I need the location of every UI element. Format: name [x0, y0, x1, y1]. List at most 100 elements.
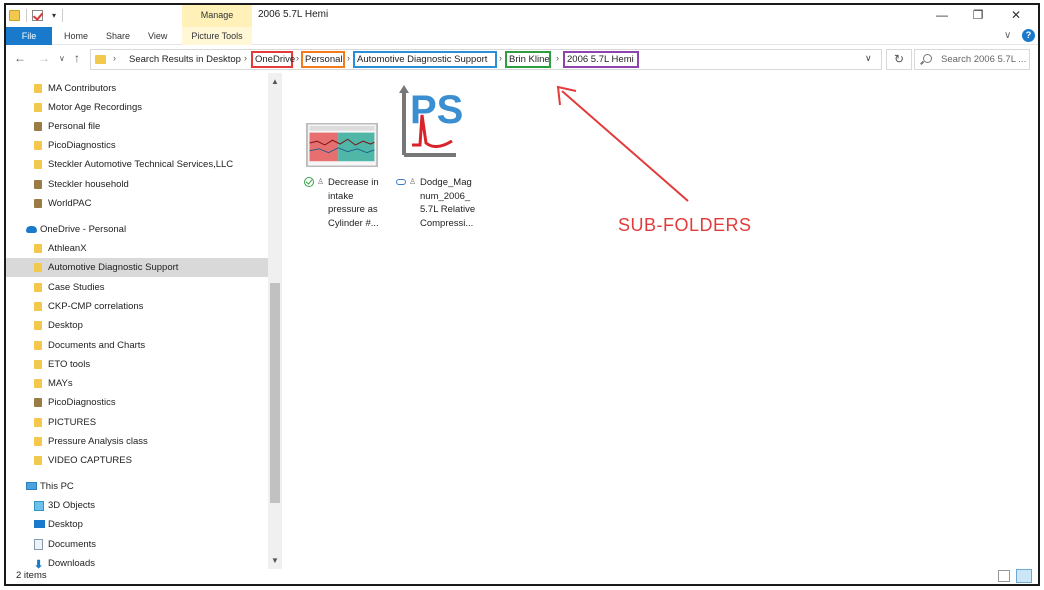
navpane-item-label: Steckler household: [48, 179, 129, 190]
tab-view[interactable]: View: [148, 27, 167, 45]
breadcrumb-separator-icon[interactable]: ›: [347, 53, 350, 63]
navpane-item[interactable]: Steckler household: [6, 175, 268, 194]
download-icon: ⬇: [34, 559, 44, 569]
recent-locations-icon[interactable]: ∨: [59, 54, 65, 63]
navpane-item[interactable]: VIDEO CAPTURES: [6, 451, 268, 470]
tab-share[interactable]: Share: [106, 27, 130, 45]
tab-picture-tools[interactable]: Picture Tools: [182, 27, 252, 45]
up-button[interactable]: ↑: [74, 51, 80, 65]
breadcrumb-item[interactable]: OneDrive: [251, 51, 295, 68]
navpane-item[interactable]: Desktop: [6, 515, 268, 534]
folder-icon[interactable]: [9, 10, 20, 21]
navpane-item[interactable]: CKP-CMP correlations: [6, 297, 268, 316]
navpane-item[interactable]: PicoDiagnostics: [6, 393, 268, 412]
close-button[interactable]: ✕: [1004, 7, 1028, 23]
document-icon: [34, 539, 43, 550]
explorer-window: ▾ Manage 2006 5.7L Hemi — ❐ ✕ File Home …: [4, 3, 1040, 586]
tab-home[interactable]: Home: [64, 27, 88, 45]
navpane-item[interactable]: Desktop: [6, 316, 268, 335]
item-count: 2 items: [16, 570, 47, 581]
navpane-item-label: Downloads: [48, 558, 95, 569]
address-bar[interactable]: ∨ › Search Results in Desktop › OneDrive › Pe…: [90, 49, 882, 70]
refresh-button[interactable]: ↻: [886, 49, 912, 70]
navpane-item[interactable]: AthleanX: [6, 239, 268, 258]
navpane-item[interactable]: ⬇ Downloads: [6, 554, 268, 569]
navpane-item[interactable]: 3D Objects: [6, 496, 268, 515]
breadcrumb-item[interactable]: Search Results in Desktop: [125, 51, 251, 68]
navpane-item-label: AthleanX: [48, 243, 87, 254]
navpane-item[interactable]: Pressure Analysis class: [6, 432, 268, 451]
file-list[interactable]: ♙ Decrease in intake pressure as Cylinde…: [282, 73, 1038, 569]
navpane-item[interactable]: ETO tools: [6, 355, 268, 374]
navpane-item[interactable]: Motor Age Recordings: [6, 98, 268, 117]
folder-icon: [34, 84, 42, 93]
navpane-item-label: Desktop: [48, 320, 83, 331]
breadcrumb-separator-icon[interactable]: ›: [244, 53, 247, 63]
navpane-item[interactable]: OneDrive - Personal: [6, 220, 268, 239]
navpane-item[interactable]: Case Studies: [6, 278, 268, 297]
breadcrumb-item[interactable]: 2006 5.7L Hemi: [563, 51, 639, 68]
shared-folder-icon: [34, 122, 42, 131]
scrollbar-thumb[interactable]: [270, 283, 280, 503]
navpane-item-label: Personal file: [48, 121, 101, 132]
navigation-bar: ← → ∨ ↑ ∨ › Search Results in Desktop › One…: [6, 45, 1038, 73]
breadcrumb-item[interactable]: Automotive Diagnostic Support: [353, 51, 497, 68]
navpane-item[interactable]: Documents: [6, 535, 268, 554]
navpane-item-label: PicoDiagnostics: [48, 140, 116, 151]
desktop-icon: [34, 520, 45, 528]
minimize-button[interactable]: —: [930, 7, 954, 23]
navpane-item-label: This PC: [40, 481, 74, 492]
navpane-item[interactable]: Documents and Charts: [6, 336, 268, 355]
cube-icon: [34, 501, 44, 511]
navpane-item-label: Documents: [48, 539, 97, 550]
scroll-down-icon[interactable]: ▼: [271, 556, 279, 565]
navpane-item-label: MAYs: [48, 378, 73, 389]
address-dropdown-icon[interactable]: ∨: [865, 53, 872, 64]
navpane-item-label: VIDEO CAPTURES: [48, 455, 132, 466]
manage-tab[interactable]: Manage: [182, 5, 252, 27]
expand-ribbon-icon[interactable]: ∨: [1004, 30, 1011, 41]
search-input[interactable]: Search 2006 5.7L ...: [914, 49, 1030, 70]
navpane-item[interactable]: MAYs: [6, 374, 268, 393]
folder-icon: [34, 379, 42, 388]
navpane-item-label: Motor Age Recordings: [48, 102, 142, 113]
breadcrumb-separator-icon[interactable]: ›: [296, 53, 299, 63]
scroll-up-icon[interactable]: ▲: [271, 77, 279, 86]
navpane-item-label: PicoDiagnostics: [48, 397, 116, 408]
navpane-item[interactable]: Personal file: [6, 117, 268, 136]
divider: [62, 9, 63, 22]
breadcrumb-separator-icon[interactable]: ›: [556, 53, 559, 63]
properties-icon[interactable]: [32, 10, 43, 21]
folder-icon: [34, 103, 42, 112]
quick-access-dropdown-icon[interactable]: ▾: [52, 11, 56, 20]
navpane-item[interactable]: Steckler Automotive Technical Services,L…: [6, 155, 268, 174]
folder-icon: [34, 160, 42, 169]
navpane-item-label: WorldPAC: [48, 198, 92, 209]
navigation-pane[interactable]: MA Contributors Motor Age Recordings Perso…: [6, 73, 268, 569]
breadcrumb-separator-icon[interactable]: ›: [113, 53, 116, 63]
navpane-item[interactable]: This PC: [6, 477, 268, 496]
back-button[interactable]: ←: [14, 51, 26, 65]
large-icons-view-icon[interactable]: [1016, 569, 1032, 583]
breadcrumb-item[interactable]: Personal: [301, 51, 345, 68]
breadcrumb-separator-icon[interactable]: ›: [499, 53, 502, 63]
details-view-icon[interactable]: [998, 570, 1010, 582]
navpane-item[interactable]: MA Contributors: [6, 79, 268, 98]
navpane-item[interactable]: PicoDiagnostics: [6, 136, 268, 155]
navpane-item-label: OneDrive - Personal: [40, 224, 127, 235]
breadcrumb-item[interactable]: Brin Kline: [505, 51, 551, 68]
shared-folder-icon: [34, 398, 42, 407]
navpane-item[interactable]: PICTURES: [6, 413, 268, 432]
navpane-item-label: MA Contributors: [48, 83, 117, 94]
navpane-item[interactable]: WorldPAC: [6, 194, 268, 213]
navpane-item[interactable]: Automotive Diagnostic Support: [6, 258, 268, 277]
maximize-button[interactable]: ❐: [966, 7, 990, 23]
annotation-label: SUB-FOLDERS: [618, 215, 752, 235]
tab-file[interactable]: File: [6, 27, 52, 45]
folder-icon: [34, 321, 42, 330]
help-icon[interactable]: ?: [1022, 29, 1035, 42]
forward-button[interactable]: →: [38, 51, 50, 65]
status-bar: 2 items: [6, 569, 1038, 584]
navigation-pane-scrollbar[interactable]: ▲ ▼: [268, 73, 282, 569]
window-title: 2006 5.7L Hemi: [258, 9, 329, 20]
